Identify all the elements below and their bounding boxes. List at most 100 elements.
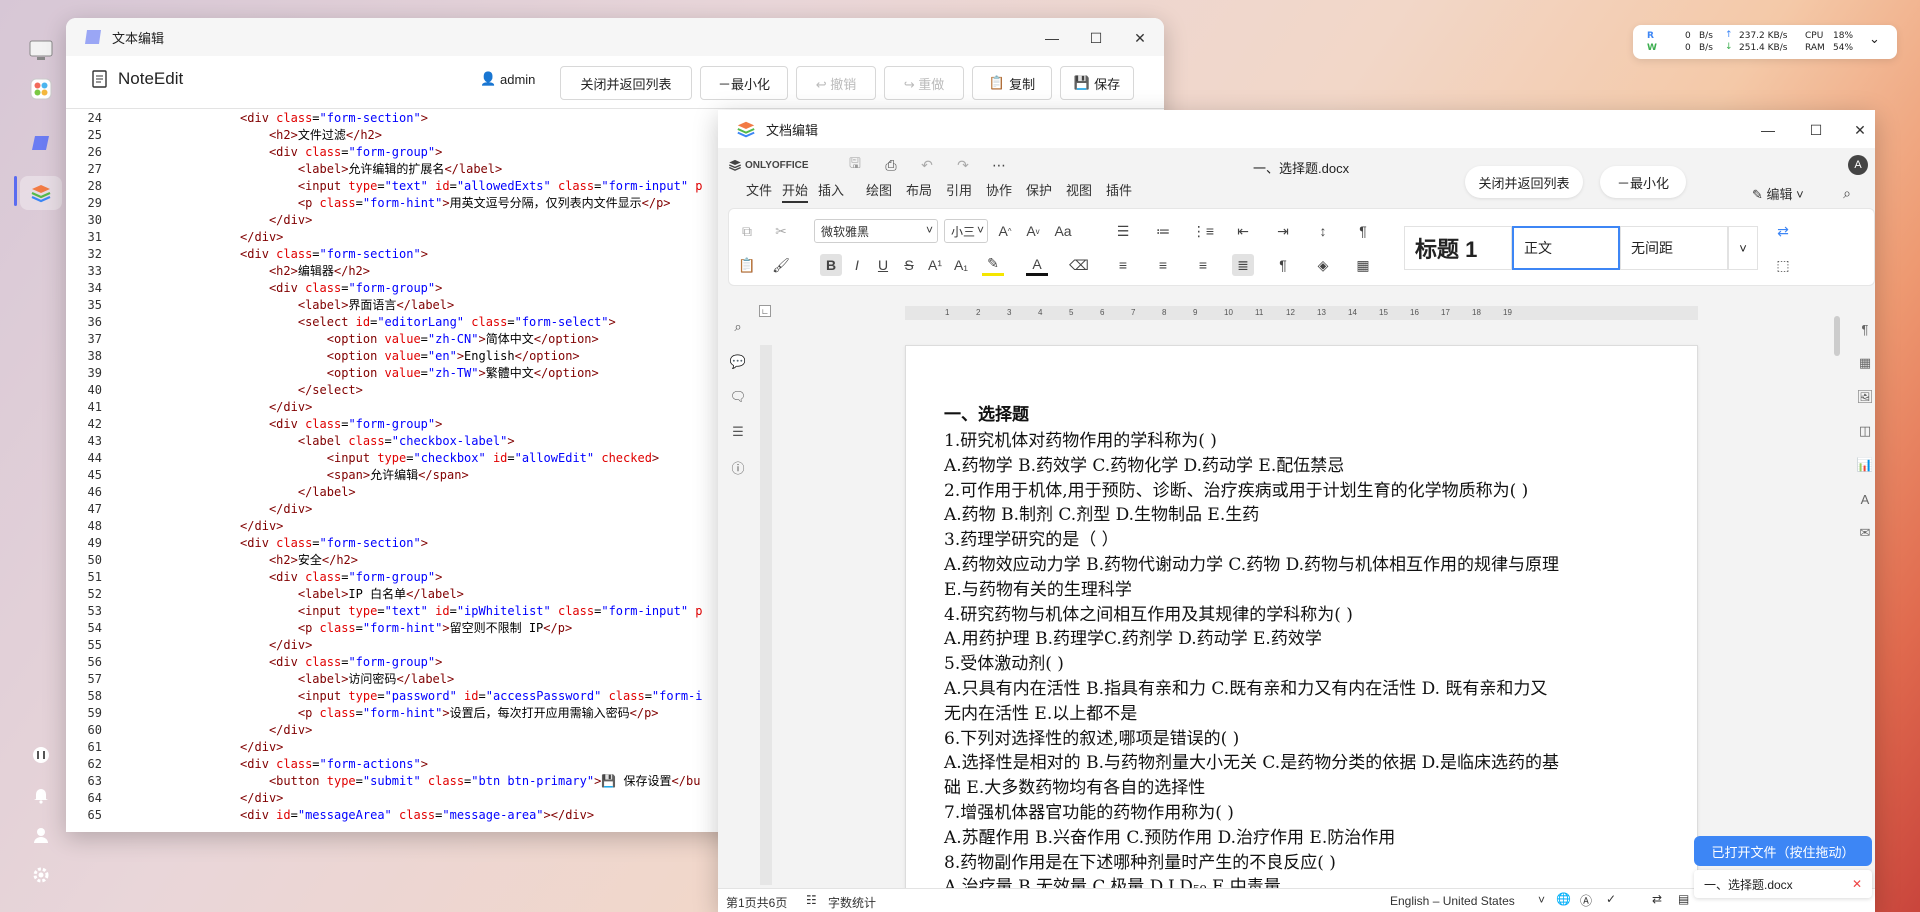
app-store-icon[interactable] bbox=[20, 72, 62, 106]
code-line[interactable]: 24 <div class="form-section"> bbox=[66, 110, 428, 127]
code-line[interactable]: 41 </div> bbox=[66, 399, 313, 416]
horizontal-ruler[interactable]: 1 2 3 4 5 6 7 8 9 10 11 12 13 14 15 16 17 18 19 bbox=[905, 306, 1698, 320]
bell-icon[interactable] bbox=[20, 778, 62, 812]
minimize-button[interactable]: －最小化 bbox=[700, 66, 788, 100]
paste-icon[interactable]: 📋 bbox=[736, 254, 758, 276]
ribbon-tab[interactable]: 引用 bbox=[946, 180, 972, 199]
shading-icon[interactable]: ◈ bbox=[1312, 254, 1334, 276]
copy-format-icon[interactable]: ⧉ bbox=[736, 220, 758, 242]
subscript-icon[interactable]: A₁ bbox=[950, 254, 972, 276]
ribbon-tab[interactable]: 插入 bbox=[818, 180, 844, 199]
oo-maximize-window-icon[interactable]: ☐ bbox=[1804, 118, 1828, 142]
code-line[interactable]: 54 <p class="form-hint">留空则不限制 IP</p> bbox=[66, 620, 573, 637]
desktop-icon[interactable] bbox=[20, 34, 62, 68]
font-size-select[interactable]: 小三 ˅ bbox=[944, 219, 988, 243]
justify-icon[interactable]: ≣ bbox=[1232, 254, 1254, 276]
code-line[interactable]: 39 <option value="zh-TW">繁體中文</option> bbox=[66, 365, 599, 382]
code-line[interactable]: 64 </div> bbox=[66, 790, 284, 807]
ribbon-tab[interactable]: 开始 bbox=[782, 180, 809, 203]
copy-button[interactable]: 📋 复制 bbox=[972, 66, 1052, 100]
oo-minimize-button[interactable]: －最小化 bbox=[1600, 166, 1686, 198]
format-painter-icon[interactable]: 🖌 bbox=[770, 254, 792, 276]
image-settings-icon[interactable]: 🖼 bbox=[1854, 386, 1876, 408]
chat-icon[interactable]: 🗨 bbox=[728, 387, 748, 407]
increase-font-icon[interactable]: A ^ bbox=[994, 220, 1016, 242]
increase-indent-icon[interactable]: ⇥ bbox=[1272, 220, 1294, 242]
editor-app-icon[interactable] bbox=[20, 126, 62, 160]
user-avatar[interactable]: A bbox=[1848, 155, 1868, 175]
ribbon-tab[interactable]: 文件 bbox=[746, 180, 772, 199]
bullets-icon[interactable]: ☰ bbox=[1112, 220, 1134, 242]
highlight-icon[interactable]: ✎ bbox=[982, 254, 1004, 276]
text-art-icon[interactable]: A bbox=[1854, 488, 1876, 510]
code-line[interactable]: 51 <div class="form-group"> bbox=[66, 569, 443, 586]
redo-button[interactable]: ↪ 重做 bbox=[884, 66, 964, 100]
ribbon-tab[interactable]: 视图 bbox=[1066, 180, 1092, 199]
ribbon-tab[interactable]: 协作 bbox=[986, 180, 1012, 199]
code-line[interactable]: 55 </div> bbox=[66, 637, 313, 654]
doc-scrollbar[interactable] bbox=[1832, 300, 1842, 884]
track-changes-icon[interactable]: ⇄ bbox=[1652, 892, 1662, 906]
code-line[interactable]: 34 <div class="form-group"> bbox=[66, 280, 443, 297]
code-line[interactable]: 47 </div> bbox=[66, 501, 313, 518]
change-case-icon[interactable]: Aa bbox=[1052, 220, 1074, 242]
open-file-item[interactable]: 一、选择题.docx ✕ bbox=[1694, 870, 1872, 898]
save-button[interactable]: 💾 保存 bbox=[1060, 66, 1134, 100]
code-line[interactable]: 33 <h2>编辑器</h2> bbox=[66, 263, 370, 280]
style-normal[interactable]: 正文 bbox=[1512, 226, 1620, 270]
comments-icon[interactable]: 💬 bbox=[728, 352, 748, 372]
replace-icon[interactable]: ⇄ bbox=[1772, 220, 1794, 242]
decrease-font-icon[interactable]: Av bbox=[1022, 220, 1044, 242]
clear-format-icon[interactable]: ⌫ bbox=[1068, 254, 1090, 276]
find-icon[interactable]: ⌕ bbox=[728, 317, 748, 337]
align-right-icon[interactable]: ≡ bbox=[1192, 254, 1214, 276]
align-center-icon[interactable]: ≡ bbox=[1152, 254, 1174, 276]
sync-icon[interactable] bbox=[20, 738, 62, 772]
font-color-icon[interactable]: A bbox=[1026, 254, 1048, 276]
shape-settings-icon[interactable]: ◫ bbox=[1854, 420, 1876, 442]
code-line[interactable]: 62 <div class="form-actions"> bbox=[66, 756, 428, 773]
code-line[interactable]: 32 <div class="form-section"> bbox=[66, 246, 428, 263]
code-line[interactable]: 40 </select> bbox=[66, 382, 363, 399]
numbering-icon[interactable]: ≔ bbox=[1152, 220, 1174, 242]
paragraph-mark-icon[interactable]: ¶ bbox=[1352, 220, 1374, 242]
code-line[interactable]: 27 <label>允许编辑的扩展名</label> bbox=[66, 161, 503, 178]
code-line[interactable]: 65 <div id="messageArea" class="message-… bbox=[66, 807, 595, 824]
code-line[interactable]: 26 <div class="form-group"> bbox=[66, 144, 443, 161]
code-line[interactable]: 43 <label class="checkbox-label"> bbox=[66, 433, 515, 450]
chart-settings-icon[interactable]: 📊 bbox=[1854, 454, 1876, 476]
oo-redo-icon[interactable]: ↷ bbox=[952, 154, 974, 176]
undo-button[interactable]: ↩ 撤销 bbox=[796, 66, 876, 100]
ribbon-tab[interactable]: 插件 bbox=[1106, 180, 1132, 199]
code-line[interactable]: 42 <div class="form-group"> bbox=[66, 416, 443, 433]
ribbon-tab[interactable]: 布局 bbox=[906, 180, 932, 199]
spellcheck-icon[interactable]: ✓ bbox=[1606, 892, 1616, 906]
code-line[interactable]: 36 <select id="editorLang" class="form-s… bbox=[66, 314, 616, 331]
navigation-icon[interactable]: ☰ bbox=[728, 422, 748, 442]
code-line[interactable]: 63 <button type="submit" class="btn btn-… bbox=[66, 773, 701, 790]
code-line[interactable]: 60 </div> bbox=[66, 722, 313, 739]
decrease-indent-icon[interactable]: ⇤ bbox=[1232, 220, 1254, 242]
code-line[interactable]: 59 <p class="form-hint">设置后，每次打开应用需输入密码<… bbox=[66, 705, 659, 722]
more-icon[interactable]: ⋯ bbox=[988, 154, 1010, 176]
code-line[interactable]: 56 <div class="form-group"> bbox=[66, 654, 443, 671]
open-files-panel[interactable]: 已打开文件（按住拖动） 一、选择题.docx ✕ bbox=[1694, 836, 1890, 906]
ribbon-tab[interactable]: 保护 bbox=[1026, 180, 1052, 199]
search-icon[interactable]: ⌕ bbox=[1836, 182, 1858, 204]
styles-expand-chevron-icon[interactable]: ˅ bbox=[1728, 226, 1758, 270]
language-select[interactable]: English – United States bbox=[1390, 894, 1515, 908]
about-icon[interactable]: ⓘ bbox=[728, 457, 748, 477]
font-name-select[interactable]: 微软雅黑 ˅ bbox=[814, 219, 938, 243]
style-heading1[interactable]: 标题 1 bbox=[1404, 226, 1512, 270]
code-line[interactable]: 29 <p class="form-hint">用英文逗号分隔，仅列表内文件显示… bbox=[66, 195, 671, 212]
code-line[interactable]: 31 </div> bbox=[66, 229, 284, 246]
edit-mode-dropdown[interactable]: ✎ 编辑 ˅ bbox=[1752, 184, 1804, 203]
globe-icon[interactable]: 🌐 bbox=[1556, 892, 1571, 906]
tab-stop-selector[interactable]: ∟ bbox=[759, 305, 771, 317]
code-line[interactable]: 38 <option value="en">English</option> bbox=[66, 348, 580, 365]
code-line[interactable]: 30 </div> bbox=[66, 212, 313, 229]
code-line[interactable]: 52 <label>IP 白名单</label> bbox=[66, 586, 464, 603]
user-icon[interactable] bbox=[20, 818, 62, 852]
open-files-header[interactable]: 已打开文件（按住拖动） bbox=[1694, 836, 1872, 866]
italic-icon[interactable]: I bbox=[846, 254, 868, 276]
